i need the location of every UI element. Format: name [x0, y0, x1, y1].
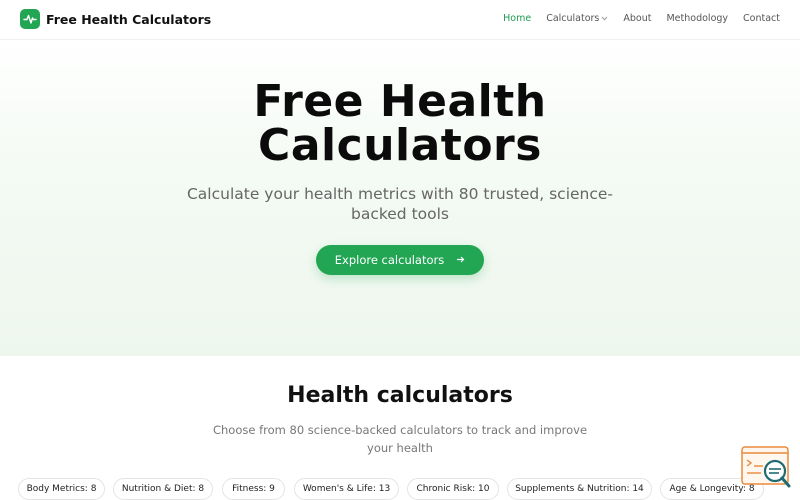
nav-home[interactable]: Home [503, 13, 531, 24]
arrow-right-icon [456, 254, 465, 267]
section-subtitle: Choose from 80 science-backed calculator… [210, 421, 590, 457]
category-pill-chronic-risk[interactable]: Chronic Risk: 10 [407, 478, 499, 500]
cta-label: Explore calculators [334, 253, 445, 267]
chevron-down-icon [601, 15, 608, 23]
hero-subtitle-line2: backed tools [350, 205, 449, 223]
category-pill-body-metrics[interactable]: Body Metrics: 8 [18, 478, 105, 500]
nav-contact[interactable]: Contact [743, 13, 780, 24]
site-header: Free Health Calculators Home Calculators… [0, 0, 800, 40]
explore-calculators-button[interactable]: Explore calculators [316, 245, 484, 275]
category-pill-womens-life[interactable]: Women's & Life: 13 [294, 478, 399, 500]
category-filter-bar: Body Metrics: 8 Nutrition & Diet: 8 Fitn… [18, 478, 788, 500]
brand-name: Free Health Calculators [46, 11, 212, 27]
section-subtitle-line1: Choose from 80 science-backed calculator… [212, 423, 588, 437]
brand-link[interactable]: Free Health Calculators [20, 9, 211, 29]
heart-pulse-icon [20, 9, 40, 29]
search-document-icon[interactable] [741, 446, 791, 488]
category-pill-fitness[interactable]: Fitness: 9 [222, 478, 285, 500]
nav-methodology[interactable]: Methodology [666, 13, 728, 24]
hero-subtitle-line1: Calculate your health metrics with 80 tr… [186, 185, 614, 203]
main-nav: Home Calculators About Methodology Conta… [488, 13, 780, 24]
section-subtitle-line2: your health [367, 441, 433, 455]
hero-title-line2: Calculators [258, 120, 542, 171]
nav-calculators-label: Calculators [546, 13, 600, 24]
nav-calculators[interactable]: Calculators [546, 13, 608, 24]
hero-title: Free Health Calculators [0, 80, 800, 168]
category-pill-nutrition-diet[interactable]: Nutrition & Diet: 8 [113, 478, 213, 500]
hero-section: Free Health Calculators Calculate your h… [0, 40, 800, 356]
nav-about[interactable]: About [623, 13, 651, 24]
hero-subtitle: Calculate your health metrics with 80 tr… [180, 184, 620, 224]
category-pill-supplements-nutrition[interactable]: Supplements & Nutrition: 14 [507, 478, 652, 500]
section-title: Health calculators [287, 383, 513, 408]
